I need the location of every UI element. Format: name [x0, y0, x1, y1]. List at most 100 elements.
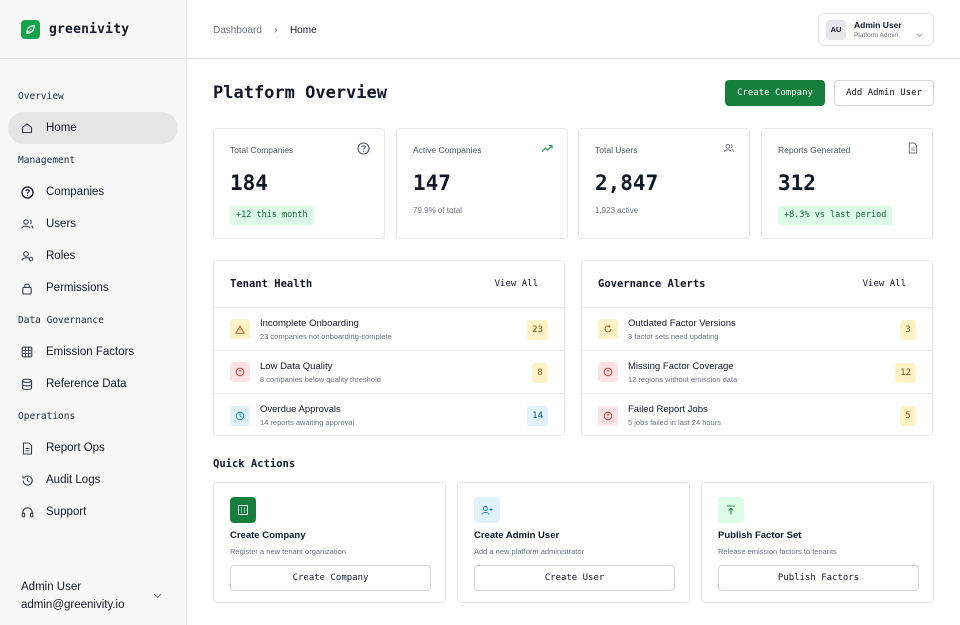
list-item[interactable]: Failed Report Jobs 5 jobs failed in last…: [582, 394, 932, 437]
alert-circle-icon: [598, 405, 618, 426]
create-user-action-button[interactable]: Create User: [474, 565, 675, 591]
row-subtitle: 14 reports awaiting approval: [260, 418, 355, 427]
stat-value: 312: [778, 171, 816, 195]
list-item[interactable]: Missing Factor Coverage 12 regions witho…: [582, 351, 932, 394]
count-badge: 3: [900, 320, 916, 340]
sidebar-item-label: Home: [46, 122, 77, 134]
users-icon: [20, 217, 34, 231]
sidebar-item-users[interactable]: Users: [8, 208, 178, 240]
nav-section-data-governance: Data Governance: [18, 314, 104, 326]
stat-subtext: 1,923 active: [595, 206, 639, 215]
stat-trend-badge: +12 this month: [230, 206, 314, 225]
view-all-link[interactable]: View All: [495, 279, 538, 289]
nav-section-overview: Overview: [18, 90, 64, 102]
stat-value: 147: [413, 171, 451, 195]
count-badge: 14: [527, 406, 548, 426]
chevron-down-icon: [153, 588, 162, 602]
list-item[interactable]: Outdated Factor Versions 3 factor sets n…: [582, 308, 932, 351]
create-company-button[interactable]: Create Company: [725, 80, 825, 106]
file-icon: [20, 441, 34, 455]
stat-label: Total Users: [595, 145, 638, 155]
create-company-action-button[interactable]: Create Company: [230, 565, 431, 591]
list-item[interactable]: Incomplete Onboarding 23 companies not o…: [214, 308, 564, 351]
history-icon: [20, 473, 34, 487]
row-title: Outdated Factor Versions: [628, 317, 736, 329]
view-all-link[interactable]: View All: [863, 279, 906, 289]
breadcrumb-dashboard[interactable]: Dashboard: [213, 25, 262, 36]
row-title: Failed Report Jobs: [628, 404, 708, 415]
home-icon: [20, 121, 34, 135]
quick-action-desc: Register a new tenant organization: [230, 547, 346, 556]
refresh-icon: [598, 319, 618, 339]
row-title: Incomplete Onboarding: [260, 317, 359, 329]
stat-value: 184: [230, 171, 268, 195]
user-menu-button[interactable]: AU Admin User Platform Admin: [818, 13, 934, 46]
quick-action-name: Create Admin User: [474, 530, 560, 541]
sidebar-item-home[interactable]: Home: [8, 112, 178, 144]
alert-circle-icon: [230, 362, 250, 382]
help-circle-icon: [20, 185, 34, 199]
app-root: greenivity Overview Home Management Comp…: [0, 0, 960, 625]
grid-icon: [20, 345, 34, 359]
sidebar-user-menu[interactable]: Admin User admin@greenivity.io: [21, 581, 166, 611]
breadcrumb: Dashboard › Home: [213, 22, 317, 36]
stat-card-active-companies: Active Companies 147 79.9% of total: [396, 128, 568, 239]
sidebar-item-label: Permissions: [46, 282, 109, 294]
sidebar-item-audit-logs[interactable]: Audit Logs: [8, 464, 178, 496]
sidebar-item-label: Companies: [46, 186, 105, 198]
row-subtitle: 5 jobs failed in last 24 hours: [628, 418, 721, 427]
sidebar-item-label: Support: [46, 506, 87, 518]
user-plus-icon: [474, 497, 500, 523]
user-check-icon: [20, 249, 34, 263]
database-icon: [20, 377, 34, 391]
sidebar-user-email: admin@greenivity.io: [21, 599, 125, 611]
users-icon: [723, 142, 735, 156]
clock-icon: [230, 405, 250, 426]
nav-section-operations: Operations: [18, 410, 76, 422]
quick-actions-title: Quick Actions: [213, 458, 296, 470]
lock-icon: [20, 281, 34, 295]
sidebar-item-permissions[interactable]: Permissions: [8, 272, 178, 304]
row-subtitle: 8 companies below quality threshold: [260, 374, 381, 384]
headphones-icon: [20, 505, 34, 519]
chevron-right-icon: ›: [274, 25, 278, 36]
sidebar-item-support[interactable]: Support: [8, 496, 178, 528]
stat-label: Total Companies: [230, 145, 294, 155]
stat-card-total-users: Total Users 2,847 1,923 active: [578, 128, 750, 239]
publish-factors-action-button[interactable]: Publish Factors: [718, 565, 919, 591]
quick-action-create-admin-user: Create Admin User Add a new platform adm…: [457, 482, 690, 603]
row-title: Overdue Approvals: [260, 404, 341, 415]
sidebar-item-emission-factors[interactable]: Emission Factors: [8, 336, 178, 368]
sidebar-item-label: Audit Logs: [46, 474, 101, 486]
row-title: Low Data Quality: [260, 360, 333, 372]
list-item[interactable]: Low Data Quality 8 companies below quali…: [214, 351, 564, 394]
sidebar-item-reference-data[interactable]: Reference Data: [8, 368, 178, 400]
quick-action-create-company: Create Company Register a new tenant org…: [213, 482, 446, 603]
stat-trend-badge: +8.3% vs last period: [778, 206, 893, 225]
sidebar-item-report-ops[interactable]: Report Ops: [8, 432, 178, 464]
row-title: Missing Factor Coverage: [628, 360, 734, 372]
stat-card-total-companies: Total Companies 184 +12 this month: [213, 128, 385, 239]
stat-label: Reports Generated: [778, 145, 851, 155]
brand[interactable]: greenivity: [0, 0, 186, 59]
add-admin-user-button[interactable]: Add Admin User: [834, 80, 934, 106]
quick-action-desc: Release emission factors to tenants: [718, 547, 837, 556]
sidebar-item-label: Reference Data: [46, 378, 127, 390]
user-name: Admin User: [854, 20, 902, 30]
tenant-health-panel: Tenant Health View All Incomplete Onboar…: [213, 260, 565, 436]
breadcrumb-home: Home: [289, 25, 317, 36]
stat-subtext: 79.9% of total: [413, 206, 462, 215]
row-subtitle: 3 factor sets need updating: [628, 331, 719, 341]
sidebar-item-roles[interactable]: Roles: [8, 240, 178, 272]
row-subtitle: 12 regions without emission data: [628, 374, 738, 384]
alert-circle-icon: [598, 362, 618, 382]
sidebar-item-label: Users: [46, 218, 77, 230]
quick-action-name: Publish Factor Set: [718, 530, 802, 541]
row-subtitle: 23 companies not onboarding-complete: [260, 331, 392, 341]
building-icon: [230, 497, 256, 523]
sidebar-item-companies[interactable]: Companies: [8, 176, 178, 208]
panel-title: Governance Alerts: [598, 278, 706, 290]
leaf-icon: [21, 19, 40, 39]
list-item[interactable]: Overdue Approvals 14 reports awaiting ap…: [214, 394, 564, 437]
quick-action-desc: Add a new platform administrator: [474, 547, 585, 556]
